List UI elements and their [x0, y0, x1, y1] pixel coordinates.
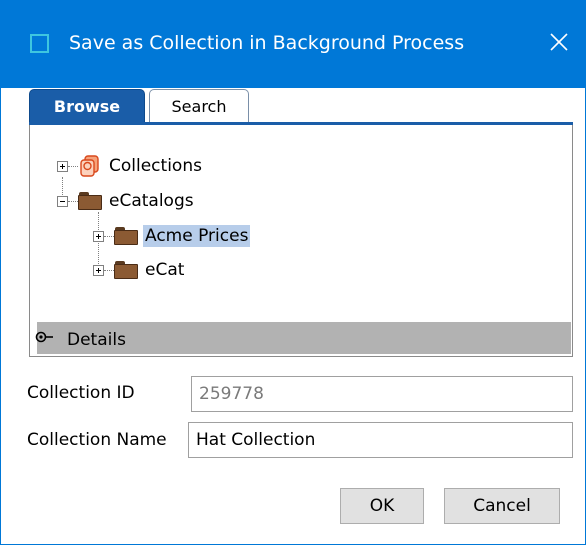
- collection-id-label: Collection ID: [27, 383, 135, 403]
- expand-icon[interactable]: [93, 264, 104, 276]
- details-label: Details: [67, 330, 126, 350]
- window-title: Save as Collection in Background Process: [69, 32, 465, 54]
- tab-search[interactable]: Search: [149, 89, 249, 122]
- expand-icon[interactable]: [93, 230, 104, 242]
- tree-item-label: Acme Prices: [143, 225, 251, 247]
- folder-icon: [114, 261, 138, 279]
- tree-item-label: eCat: [145, 260, 185, 280]
- close-icon: [550, 33, 568, 51]
- tree-item-collections[interactable]: Collections: [57, 154, 204, 178]
- tree-item-label: Collections: [109, 156, 202, 176]
- dialog-window: Save as Collection in Background Process…: [0, 0, 586, 545]
- collection-name-label: Collection Name: [27, 430, 167, 450]
- ok-button[interactable]: OK: [340, 488, 424, 524]
- collection-id-field[interactable]: [191, 376, 573, 412]
- details-toggle[interactable]: [35, 330, 65, 344]
- folder-icon: [78, 192, 102, 210]
- tree-item-ecat[interactable]: eCat: [93, 258, 186, 282]
- tree-item-label: eCatalogs: [109, 191, 194, 211]
- folder-icon: [114, 227, 138, 245]
- close-button[interactable]: [539, 22, 579, 62]
- expand-icon[interactable]: [57, 160, 68, 172]
- tab-browse[interactable]: Browse: [29, 89, 145, 122]
- tree-item-acme-prices[interactable]: Acme Prices: [93, 224, 251, 248]
- collapse-icon[interactable]: [57, 195, 68, 207]
- window-icon: [30, 34, 49, 53]
- details-toggle-icon: [35, 331, 53, 343]
- collection-name-field[interactable]: [188, 422, 573, 458]
- cancel-button[interactable]: Cancel: [444, 488, 560, 524]
- collections-icon: [80, 155, 99, 177]
- title-bar: Save as Collection in Background Process: [1, 0, 586, 88]
- tree-item-ecatalogs[interactable]: eCatalogs: [57, 189, 196, 213]
